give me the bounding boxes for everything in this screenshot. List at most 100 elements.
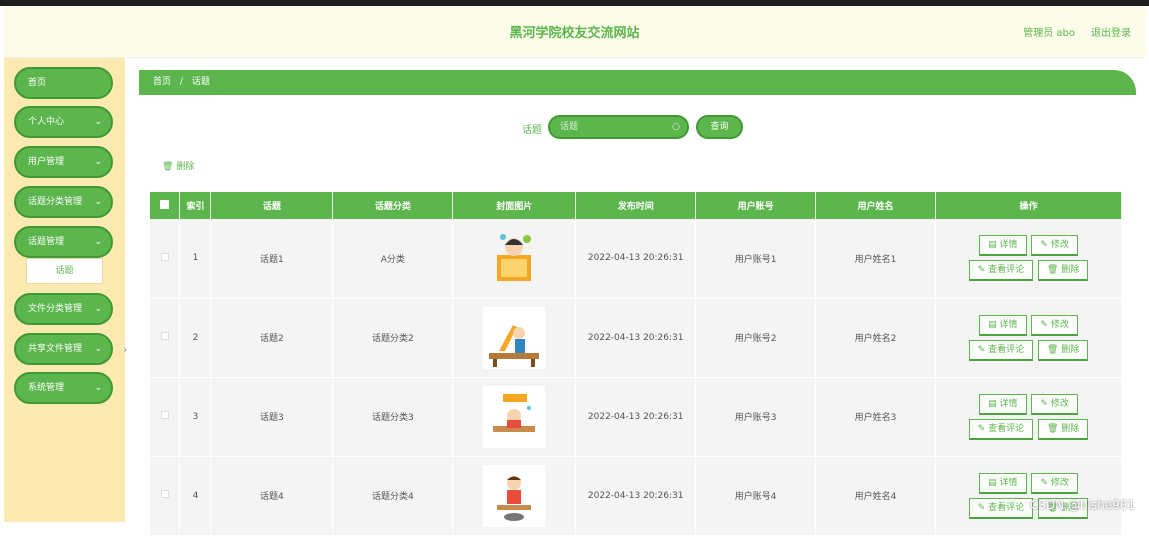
cover-image	[483, 306, 546, 369]
chevron-down-icon: ⌄	[94, 383, 102, 393]
row-topic: 话题3	[210, 377, 334, 457]
sidebar-item-file-category[interactable]: 文件分类管理 ⌄	[14, 293, 113, 325]
column-header: 话题	[210, 192, 334, 219]
chevron-down-icon: ⌄	[94, 237, 102, 247]
row-topic: 话题4	[210, 456, 334, 536]
doc-icon: ▤	[988, 398, 997, 409]
row-index: 2	[179, 298, 212, 378]
row-time: 2022-04-13 20:26:31	[575, 456, 697, 536]
table-row: 1 话题1 A分类 2022-04-13 20:26:31 用户账号1 用户姓名…	[150, 219, 1123, 299]
search-input[interactable]: 话题 ○	[548, 115, 689, 139]
column-header: 操作	[935, 192, 1123, 219]
row-checkbox[interactable]	[160, 332, 169, 340]
batch-delete-button[interactable]: 🗑 删除	[162, 159, 194, 172]
row-checkbox[interactable]	[160, 490, 169, 498]
delete-button[interactable]: 🗑 删除	[1037, 339, 1089, 361]
admin-label: 管理员 abo	[1023, 28, 1075, 39]
delete-button[interactable]: 🗑 删除	[1037, 260, 1089, 282]
trash-icon: 🗑	[162, 162, 174, 172]
sidebar-item-topic-management[interactable]: 话题管理 ⌄	[14, 226, 113, 258]
view-comments-button[interactable]: ✎ 查看评论	[968, 418, 1034, 440]
topic-table: 索引 话题 话题分类 封面图片 发布时间 用户账号 用户姓名 操作 1 话题1 …	[150, 192, 1123, 536]
sidebar-item-home[interactable]: 首页	[14, 67, 113, 99]
row-topic: 话题1	[210, 219, 334, 299]
table-row: 2 话题2 话题分类2 2022-04-13 20:26:31 用户账号2 用户…	[150, 298, 1123, 378]
logout-link[interactable]: 退出登录	[1091, 24, 1131, 39]
edit-button[interactable]: ✎ 修改	[1031, 472, 1078, 494]
detail-button[interactable]: ▤ 详情	[979, 393, 1027, 415]
query-button[interactable]: 查询	[696, 115, 743, 139]
trash-icon: 🗑	[1046, 423, 1059, 434]
edit-button[interactable]: ✎ 修改	[1031, 314, 1078, 336]
pencil-icon: ✎	[1040, 477, 1048, 488]
breadcrumb-current: 话题	[191, 77, 210, 87]
chevron-down-icon: ⌄	[94, 117, 102, 127]
row-name: 用户姓名4	[815, 456, 936, 536]
sidebar-item-topic-category[interactable]: 话题分类管理 ⌄	[14, 186, 113, 218]
row-category: 话题分类4	[332, 456, 454, 536]
sidebar-item-shared-files[interactable]: 共享文件管理 ⌄	[14, 333, 113, 365]
select-all-checkbox[interactable]	[160, 199, 170, 209]
view-comments-button[interactable]: ✎ 查看评论	[968, 497, 1034, 519]
row-index: 1	[179, 219, 212, 299]
detail-button[interactable]: ▤ 详情	[979, 472, 1027, 494]
column-header: 话题分类	[332, 192, 454, 219]
pencil-icon: ✎	[977, 502, 986, 513]
row-account: 用户账号3	[695, 377, 817, 457]
table-row: 3 话题3 话题分类3 2022-04-13 20:26:31 用户账号3 用户…	[150, 377, 1123, 457]
chevron-down-icon: ⌄	[94, 197, 102, 207]
clear-icon[interactable]: ○	[672, 117, 680, 137]
search-label: 话题	[522, 125, 542, 136]
row-account: 用户账号4	[695, 456, 817, 536]
edit-button[interactable]: ✎ 修改	[1031, 393, 1078, 415]
doc-icon: ▤	[988, 477, 997, 488]
delete-button[interactable]: 🗑 删除	[1037, 418, 1089, 440]
row-index: 3	[179, 377, 212, 457]
row-category: 话题分类3	[332, 377, 454, 457]
chevron-down-icon: ⌄	[94, 304, 102, 314]
pencil-icon: ✎	[1040, 240, 1048, 251]
row-checkbox[interactable]	[160, 411, 169, 419]
watermark: CSDN @bishe901	[1029, 498, 1135, 512]
cover-image	[497, 234, 532, 282]
row-time: 2022-04-13 20:26:31	[575, 298, 697, 378]
trash-icon: 🗑	[1046, 265, 1059, 276]
breadcrumb-separator: /	[179, 77, 183, 87]
row-name: 用户姓名2	[815, 298, 936, 378]
site-title: 黑河学院校友交流网站	[509, 26, 640, 41]
column-header: 用户姓名	[815, 192, 936, 219]
doc-icon: ▤	[988, 240, 997, 251]
select-all-cell	[150, 192, 181, 219]
row-time: 2022-04-13 20:26:31	[575, 219, 697, 299]
trash-icon: 🗑	[1046, 344, 1059, 355]
row-account: 用户账号1	[695, 219, 817, 299]
pencil-icon: ✎	[977, 423, 986, 434]
table-row: 4 话题4 话题分类4 2022-04-13 20:26:31 用户账号4 用户…	[150, 456, 1123, 536]
edit-button[interactable]: ✎ 修改	[1031, 235, 1078, 257]
sidebar-subitem-topic[interactable]: 话题	[26, 258, 103, 284]
row-checkbox[interactable]	[160, 252, 169, 261]
search-placeholder: 话题	[560, 122, 579, 132]
row-account: 用户账号2	[695, 298, 817, 378]
detail-button[interactable]: ▤ 详情	[979, 314, 1027, 336]
sidebar: 首页 个人中心 ⌄ 用户管理 ⌄ 话题分类管理 ⌄ 话题管理 ⌄ 话题 文件分类管理 ⌄ …	[4, 58, 125, 522]
cover-image	[483, 464, 546, 527]
row-topic: 话题2	[210, 298, 334, 378]
pencil-icon: ✎	[1040, 398, 1048, 409]
column-header: 发布时间	[575, 192, 697, 219]
sidebar-item-personal-center[interactable]: 个人中心 ⌄	[14, 106, 113, 138]
pencil-icon: ✎	[977, 265, 986, 276]
detail-button[interactable]: ▤ 详情	[979, 235, 1027, 257]
sidebar-item-system[interactable]: 系统管理 ⌄	[14, 372, 113, 404]
collapse-sidebar-icon[interactable]: ›	[123, 343, 127, 356]
column-header: 用户账号	[695, 192, 817, 219]
row-category: A分类	[332, 219, 454, 299]
sidebar-item-user-management[interactable]: 用户管理 ⌄	[14, 146, 113, 178]
column-header: 封面图片	[452, 192, 577, 219]
cover-image	[483, 385, 546, 448]
breadcrumb-home[interactable]: 首页	[153, 77, 171, 87]
view-comments-button[interactable]: ✎ 查看评论	[968, 339, 1034, 361]
pencil-icon: ✎	[1040, 319, 1048, 330]
view-comments-button[interactable]: ✎ 查看评论	[968, 260, 1034, 282]
doc-icon: ▤	[988, 319, 997, 330]
